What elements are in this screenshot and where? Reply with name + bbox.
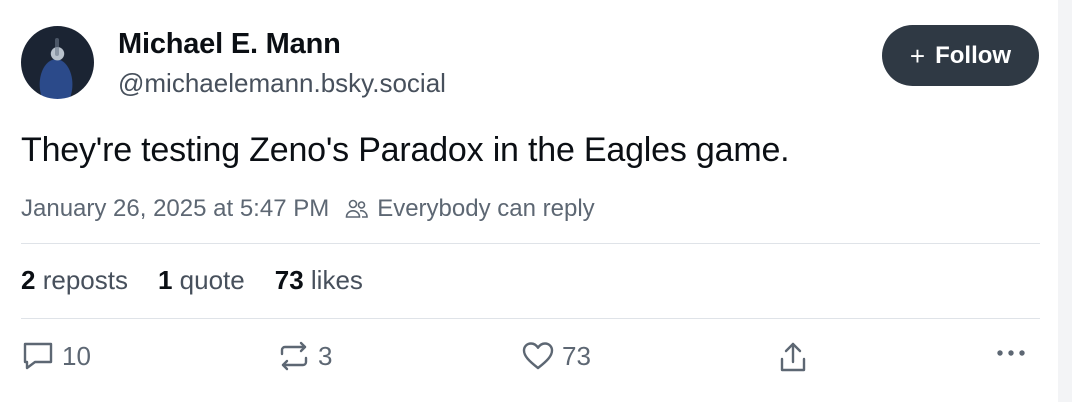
post-stats: 2 reposts 1 quote 73 likes [21,265,393,296]
heart-icon [521,340,555,372]
author-handle[interactable]: @michaelemann.bsky.social [118,68,446,99]
likes-label: likes [310,265,363,295]
repost-count: 3 [318,340,333,371]
post-timestamp[interactable]: January 26, 2025 at 5:47 PM [21,195,329,223]
repost-arrows-icon [277,340,311,372]
reposts-count: 2 [21,265,36,295]
follow-label: Follow [935,41,1012,69]
share-button[interactable] [778,340,808,374]
like-button[interactable]: 73 [521,340,591,372]
likes-count: 73 [274,265,304,295]
repost-button[interactable]: 3 [277,340,332,372]
quotes-label: quote [179,265,245,295]
follow-button[interactable]: + Follow [882,25,1039,86]
reply-setting: Everybody can reply [377,195,595,222]
post-card: Michael E. Mann @michaelemann.bsky.socia… [0,0,1058,402]
likes-stat[interactable]: 73 likes [275,265,363,296]
quotes-count: 1 [157,265,173,295]
post-text: They're testing Zeno's Paradox in the Ea… [21,131,790,169]
avatar[interactable] [21,26,94,99]
plus-icon: + [909,40,926,71]
more-dots-icon [996,348,1026,358]
like-count: 73 [562,340,591,371]
reposts-stat[interactable]: 2 reposts [21,265,128,296]
more-button[interactable] [996,348,1026,358]
post-meta: January 26, 2025 at 5:47 PM Everybody ca… [21,195,595,223]
author-name[interactable]: Michael E. Mann [118,28,341,61]
speech-bubble-icon [21,340,55,372]
reposts-label: reposts [42,265,128,295]
people-icon [345,198,369,220]
reply-count: 10 [62,340,91,371]
divider [21,243,1040,244]
divider [21,318,1040,319]
quotes-stat[interactable]: 1 quote [158,265,245,296]
share-icon [778,340,808,374]
reply-button[interactable]: 10 [21,340,91,372]
post-actions: 10 3 73 [21,340,1040,384]
page-edge [1058,0,1072,402]
